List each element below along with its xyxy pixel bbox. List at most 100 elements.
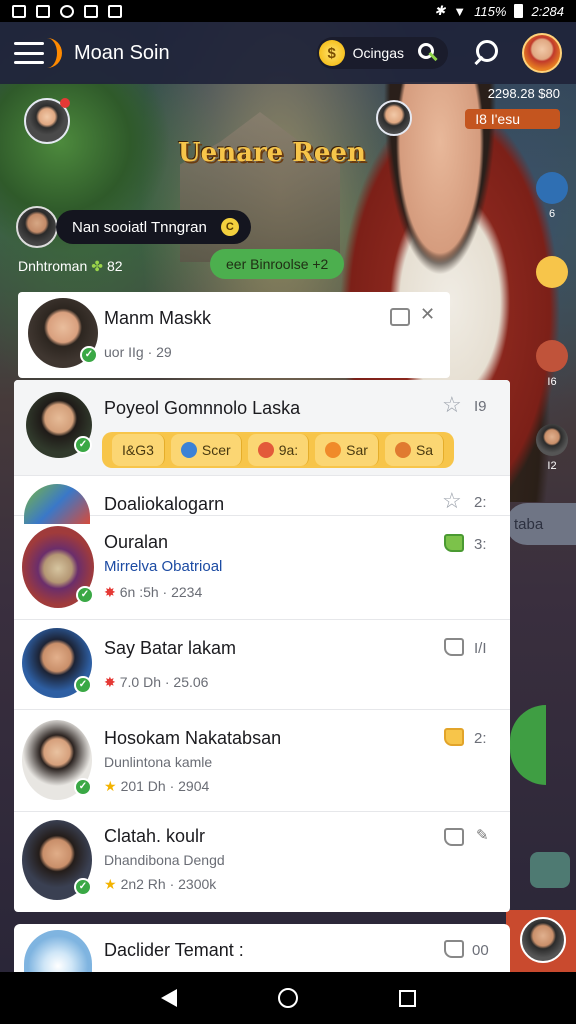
back-icon[interactable] bbox=[160, 989, 177, 1007]
orb-icon bbox=[180, 442, 197, 458]
side-icon-friend[interactable]: I2 bbox=[536, 424, 568, 472]
list-item[interactable]: ✓ Say Batar lakam ✸ 7.0 Dh · 25.06 I/I bbox=[14, 620, 510, 710]
top-app-bar: Moan Soin $ Ocingas bbox=[0, 22, 576, 84]
avatar[interactable]: ✓ bbox=[22, 720, 92, 800]
star-icon: ★ bbox=[104, 778, 117, 794]
chat-avatar[interactable] bbox=[16, 206, 58, 248]
like-icon[interactable]: ☆ bbox=[442, 394, 462, 416]
friend-meta: ★ 2n2 Rh · 2300k bbox=[104, 876, 217, 892]
status-bar: ✱ ▼ 115% 2:284 bbox=[0, 0, 576, 22]
close-icon[interactable]: ✕ bbox=[420, 304, 435, 325]
friend-avatar-topleft[interactable] bbox=[24, 98, 70, 144]
list-item[interactable]: ✓ Ouralan Mirrelva Obatrioal ✸ 6n :5h · 2… bbox=[14, 516, 510, 620]
like-count: 2: bbox=[474, 494, 487, 511]
avatar[interactable]: ✓ bbox=[22, 526, 94, 608]
thumbs-up-icon[interactable] bbox=[444, 638, 464, 656]
face-icon bbox=[394, 442, 411, 458]
reward-chip[interactable]: Scer bbox=[170, 434, 242, 466]
like-count: 00 bbox=[472, 942, 489, 959]
avatar[interactable]: ✓ bbox=[22, 820, 92, 900]
thumbs-up-icon[interactable] bbox=[444, 828, 464, 846]
online-badge-icon: ✓ bbox=[74, 436, 92, 454]
reward-chip[interactable]: Sar bbox=[315, 434, 379, 466]
bonus-button[interactable]: eer Binroolse +2 bbox=[210, 249, 345, 279]
reward-chips: I&G3 Scer 9a: Sar Sa bbox=[102, 432, 455, 468]
online-badge-icon: ✓ bbox=[74, 878, 92, 896]
like-count: 2: bbox=[474, 730, 487, 747]
menu-icon[interactable] bbox=[14, 42, 44, 64]
star-icon: ★ bbox=[104, 876, 117, 892]
quest-icon bbox=[536, 340, 568, 372]
system-nav-bar bbox=[0, 972, 576, 1024]
status-icons-left bbox=[12, 4, 122, 18]
list-item[interactable]: ✓ Clatah. koulr Dhandibona Dengd ★ 2n2 Rh… bbox=[14, 812, 510, 912]
fire-icon bbox=[257, 442, 274, 458]
reward-chip[interactable]: 9a: bbox=[247, 434, 310, 466]
online-status: Dnhtroman ✤ 82 bbox=[18, 258, 123, 275]
corner-friend-avatar[interactable] bbox=[520, 917, 566, 963]
star-icon: ✸ bbox=[104, 674, 116, 690]
wifi-icon: ▼ bbox=[453, 3, 467, 19]
friend-meta: ★ 201 Dh · 2904 bbox=[104, 778, 210, 794]
online-label: Dnhtroman bbox=[18, 258, 88, 274]
key-icon[interactable] bbox=[418, 43, 438, 63]
reward-chip[interactable]: I&G3 bbox=[112, 434, 165, 466]
avatar[interactable]: ✓ bbox=[22, 628, 92, 698]
search-icon[interactable] bbox=[472, 40, 498, 66]
friend-card-top[interactable]: ✓ Manm Maskk uor IIg · 29 ✕ bbox=[18, 292, 450, 378]
online-badge-icon: ✓ bbox=[74, 778, 92, 796]
battery-icon bbox=[514, 4, 524, 18]
list-item[interactable]: Doaliokalogarn ☆ 2: bbox=[14, 476, 510, 524]
reward-chip[interactable]: Sa bbox=[384, 434, 445, 466]
edit-icon[interactable]: ✎ bbox=[476, 826, 489, 844]
friend-name: Clatah. koulr bbox=[104, 826, 206, 846]
bluetooth-icon: ✱ bbox=[434, 3, 446, 18]
leaf-icon: ✤ bbox=[91, 258, 103, 274]
friend-meta: ✸ 6n :5h · 2234 bbox=[104, 584, 203, 600]
calendar-icon bbox=[36, 4, 50, 18]
thumbs-up-icon[interactable] bbox=[444, 534, 464, 552]
moon-logo-icon bbox=[46, 38, 62, 68]
friend-subtitle: Dunlintona kamle bbox=[104, 754, 213, 770]
like-count: I/I bbox=[474, 640, 487, 657]
list-item[interactable]: ✓ Poyeol Gomnnolo Laska ☆ I9 I&G3 Scer 9… bbox=[14, 380, 510, 476]
avatar[interactable]: ✓ bbox=[28, 298, 98, 368]
profile-avatar[interactable] bbox=[522, 33, 562, 73]
thumbs-up-icon[interactable] bbox=[444, 940, 464, 958]
coin-label: Ocingas bbox=[352, 45, 404, 61]
like-count: I9 bbox=[474, 398, 487, 415]
side-icon-quest[interactable]: I6 bbox=[536, 340, 568, 388]
chat-text: Nan sooiatl Tnngran bbox=[72, 218, 207, 236]
friend-name: Poyeol Gomnnolo Laska bbox=[104, 398, 301, 418]
like-count: 3: bbox=[474, 536, 487, 553]
side-tab-button[interactable]: taba bbox=[506, 503, 576, 545]
thumbs-up-icon[interactable] bbox=[444, 728, 464, 746]
list-item[interactable]: ✓ Hosokam Nakatabsan Dunlintona kamle ★ 2… bbox=[14, 710, 510, 812]
notification-dot bbox=[60, 98, 70, 108]
chat-bubble[interactable]: Nan sooiatl Tnngran C bbox=[56, 210, 251, 244]
screen: ✱ ▼ 115% 2:284 Moan Soin $ Ocingas Uenar… bbox=[0, 0, 576, 1024]
chest-icon[interactable] bbox=[530, 852, 570, 888]
side-count-2: I6 bbox=[547, 376, 557, 388]
friend-avatar-hero[interactable] bbox=[376, 100, 412, 136]
online-count: 82 bbox=[107, 258, 123, 274]
share-icon[interactable] bbox=[390, 308, 410, 326]
home-icon[interactable] bbox=[277, 988, 298, 1008]
sync-icon bbox=[60, 4, 74, 18]
friend-subtitle[interactable]: Mirrelva Obatrioal bbox=[104, 558, 222, 575]
friend-name: Say Batar lakam bbox=[104, 638, 237, 658]
coin-icon: $ bbox=[318, 40, 345, 66]
like-icon[interactable]: ☆ bbox=[442, 490, 462, 512]
side-icon-trophy[interactable] bbox=[536, 256, 568, 292]
friend-meta: ✸ 7.0 Dh · 25.06 bbox=[104, 674, 209, 690]
chat-coin-icon: C bbox=[220, 218, 239, 236]
battery-percent: 115% bbox=[474, 3, 507, 19]
coin-balance[interactable]: $ Ocingas bbox=[316, 37, 448, 69]
avatar[interactable]: ✓ bbox=[26, 392, 92, 458]
gift-icon bbox=[536, 172, 568, 204]
friend-name: Daclider Temant : bbox=[104, 940, 244, 960]
side-icon-gift[interactable]: 6 bbox=[536, 172, 568, 220]
recents-icon[interactable] bbox=[398, 989, 416, 1007]
stats-badge[interactable]: I8 I'esu bbox=[465, 109, 560, 129]
status-icons-right: ✱ ▼ 115% 2:284 bbox=[434, 3, 564, 19]
